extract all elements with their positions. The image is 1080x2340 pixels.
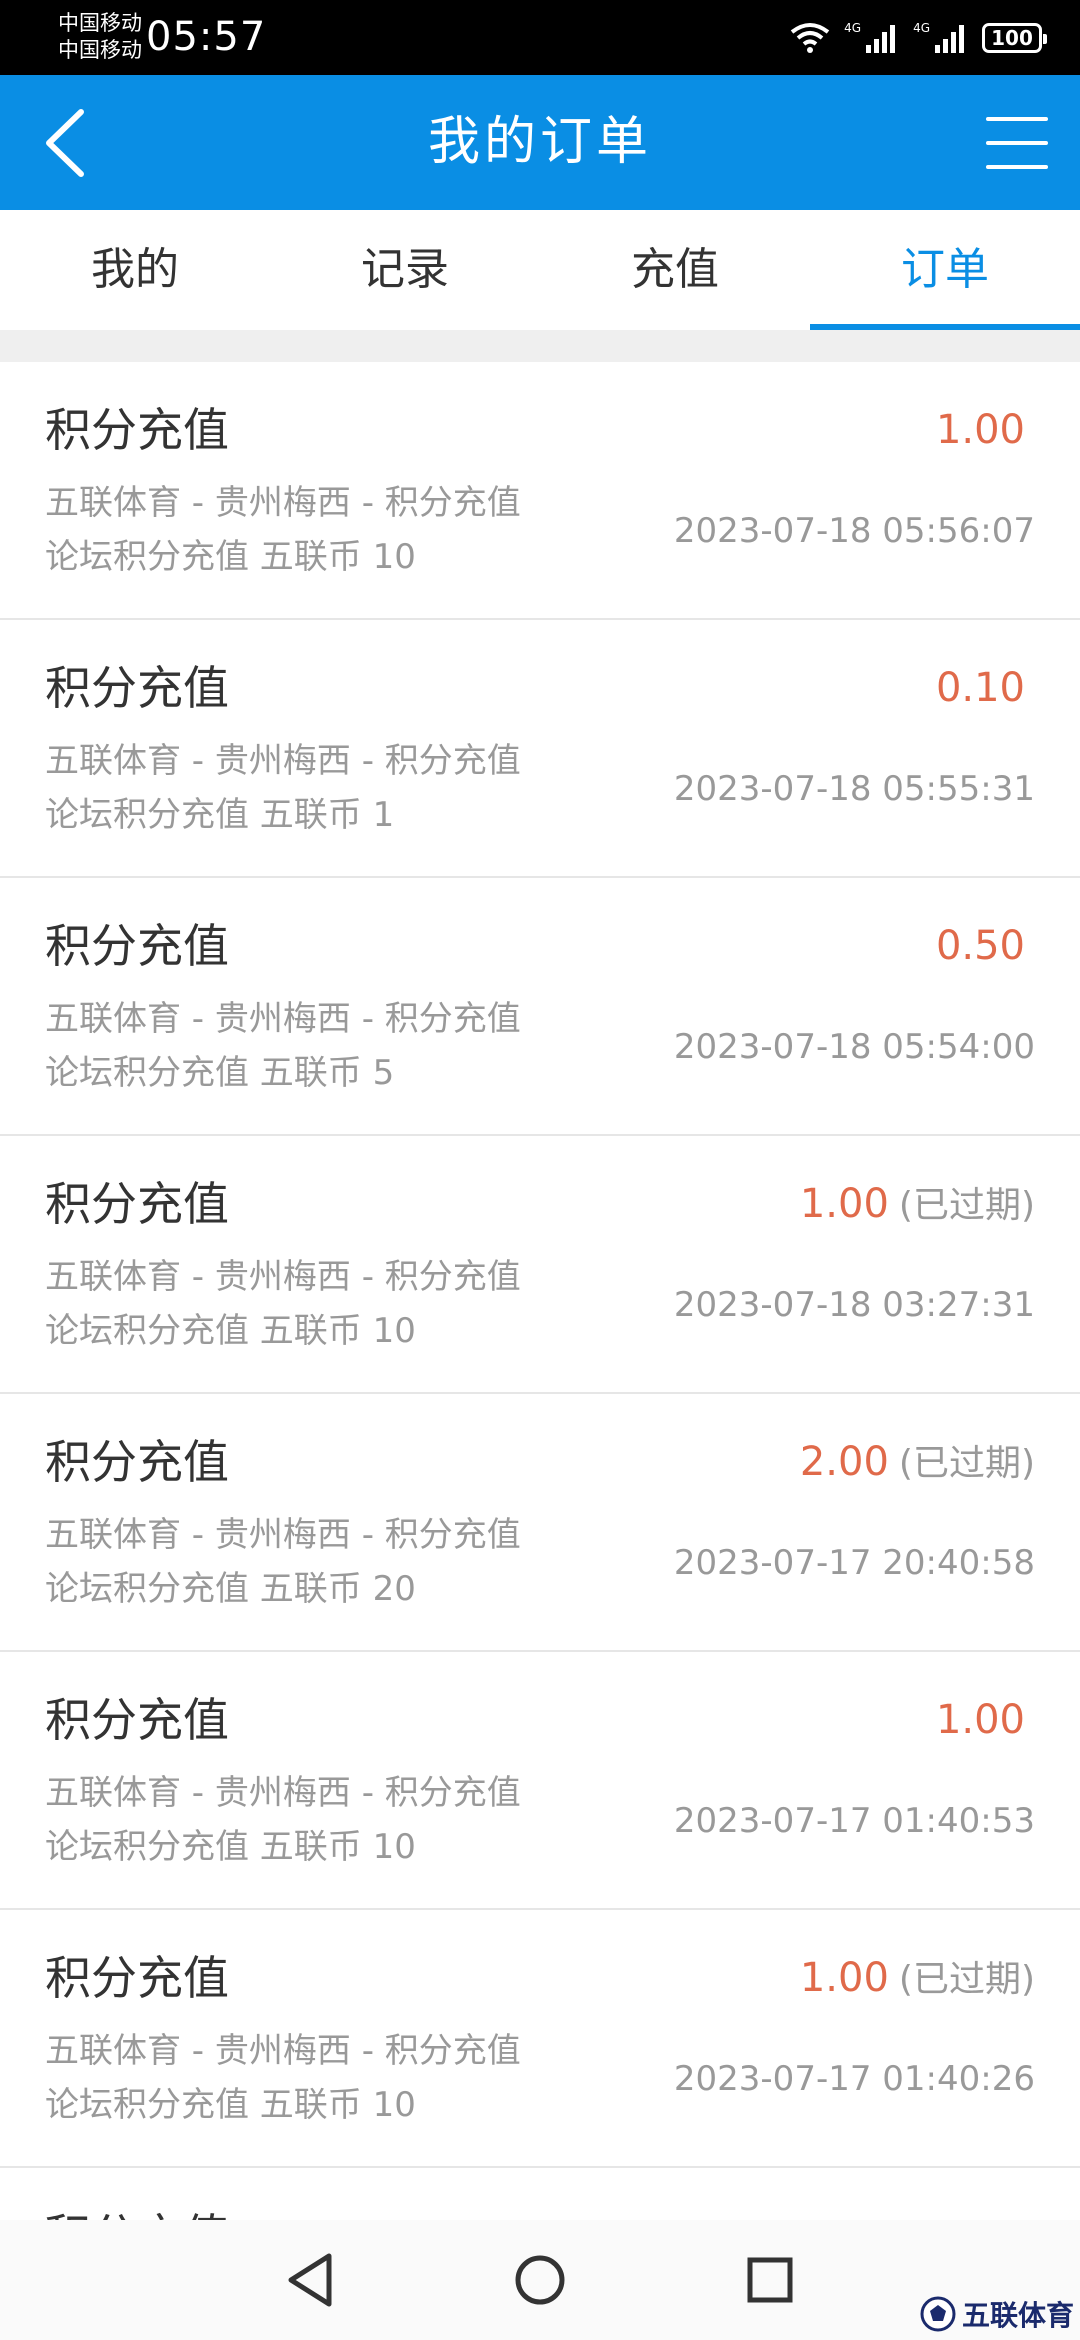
tab-orders[interactable]: 订单	[810, 210, 1080, 330]
page-title: 我的订单	[427, 112, 652, 172]
network-type-2: 4G	[913, 21, 930, 35]
soccer-ball-icon	[920, 2296, 956, 2332]
order-amount: 1.00	[799, 1955, 889, 2001]
hamburger-line	[986, 141, 1048, 145]
nav-home-button[interactable]	[510, 2250, 570, 2310]
status-time: 05:57	[146, 14, 267, 60]
order-amount-row: 1.00 (已过期)	[800, 1176, 1035, 1234]
status-icons: 4G 4G 100	[790, 18, 1047, 58]
order-amount-row: 0.10	[936, 660, 1035, 718]
back-button[interactable]	[30, 105, 100, 180]
order-time: 2023-07-18 05:56:07	[673, 511, 1035, 551]
network-type-1: 4G	[844, 21, 862, 35]
order-description: 五联体育 - 贵州梅西 - 积分充值	[45, 1257, 521, 1297]
order-title: 积分充值	[45, 919, 229, 973]
chevron-left-icon	[46, 108, 84, 177]
order-time: 2023-07-17 20:40:58	[673, 1543, 1035, 1583]
order-amount-row: 0.50	[936, 918, 1035, 976]
order-list: 积分充值 1.00 五联体育 - 贵州梅西 - 积分充值 论坛积分充值 五联币 …	[0, 362, 1080, 2220]
system-nav-bar: 五联体育	[0, 2220, 1080, 2340]
order-title: 积分充值	[45, 1693, 229, 1747]
tab-records[interactable]: 记录	[270, 210, 540, 330]
order-time: 2023-07-18 03:27:31	[673, 1285, 1035, 1325]
order-description: 五联体育 - 贵州梅西 - 积分充值	[45, 741, 521, 781]
menu-button[interactable]	[986, 113, 1050, 173]
order-amount: 1.00	[935, 1697, 1025, 1743]
order-amount-row: 1.00	[936, 1692, 1035, 1750]
order-item[interactable]: 积分充值 1.00 (已过期) 五联体育 - 贵州梅西 - 积分充值 论坛积分充值…	[0, 1910, 1080, 2168]
order-time: 2023-07-17 01:40:26	[673, 2059, 1035, 2099]
order-detail: 论坛积分充值 五联币 20	[45, 1569, 416, 1609]
order-amount-row: 2.00 (已过期)	[800, 1434, 1035, 1492]
order-amount: 1.00	[935, 407, 1025, 453]
order-item[interactable]: 积分充值 1.00 (已过期) 五联体育 - 贵州梅西 - 积分充值 论坛积分充值…	[0, 1136, 1080, 1394]
order-detail: 论坛积分充值 五联币 1	[45, 795, 395, 835]
order-amount: 1.00	[799, 1181, 889, 1227]
carrier-names: 中国移动 中国移动	[58, 10, 142, 64]
signal-icon	[866, 25, 896, 53]
order-status: (已过期)	[898, 1443, 1035, 1484]
tab-mine[interactable]: 我的	[0, 210, 270, 330]
section-divider	[0, 330, 1080, 362]
triangle-back-icon	[288, 2253, 332, 2307]
carrier-1: 中国移动	[58, 11, 142, 35]
order-title: 积分充值	[45, 661, 229, 715]
order-detail: 论坛积分充值 五联币 10	[45, 2085, 416, 2125]
signal-icon	[935, 25, 964, 53]
order-item-partial[interactable]: 积分充值	[0, 2168, 1080, 2220]
order-time: 2023-07-18 05:54:00	[673, 1027, 1035, 1067]
status-bar: 中国移动 中国移动 05:57 4G 4G 100	[0, 0, 1080, 75]
order-item[interactable]: 积分充值 1.00 五联体育 - 贵州梅西 - 积分充值 论坛积分充值 五联币 …	[0, 1652, 1080, 1910]
circle-home-icon	[515, 2255, 565, 2305]
order-description: 五联体育 - 贵州梅西 - 积分充值	[45, 1515, 521, 1555]
order-detail: 论坛积分充值 五联币 10	[45, 537, 416, 577]
order-time: 2023-07-17 01:40:53	[673, 1801, 1035, 1841]
square-recents-icon	[747, 2257, 793, 2303]
order-item[interactable]: 积分充值 2.00 (已过期) 五联体育 - 贵州梅西 - 积分充值 论坛积分充值…	[0, 1394, 1080, 1652]
order-item[interactable]: 积分充值 0.50 五联体育 - 贵州梅西 - 积分充值 论坛积分充值 五联币 …	[0, 878, 1080, 1136]
order-amount-row: 1.00 (已过期)	[800, 1950, 1035, 2008]
order-time: 2023-07-18 05:55:31	[673, 769, 1035, 809]
order-title: 积分充值	[45, 2206, 229, 2220]
order-item[interactable]: 积分充值 0.10 五联体育 - 贵州梅西 - 积分充值 论坛积分充值 五联币 …	[0, 620, 1080, 878]
order-description: 五联体育 - 贵州梅西 - 积分充值	[45, 999, 521, 1039]
order-detail: 论坛积分充值 五联币 10	[45, 1311, 416, 1351]
order-status: (已过期)	[898, 1959, 1035, 2000]
watermark-text: 五联体育	[961, 2299, 1074, 2332]
wifi-icon	[790, 23, 830, 53]
order-description: 五联体育 - 贵州梅西 - 积分充值	[45, 1773, 521, 1813]
tab-recharge[interactable]: 充值	[540, 210, 810, 330]
order-title: 积分充值	[45, 403, 229, 457]
order-amount-row: 1.00	[936, 402, 1035, 460]
watermark: 五联体育	[920, 2294, 1074, 2334]
order-title: 积分充值	[45, 1435, 229, 1489]
app-header: 我的订单	[0, 75, 1080, 210]
order-amount: 0.10	[935, 665, 1025, 711]
order-detail: 论坛积分充值 五联币 5	[45, 1053, 395, 1093]
order-title: 积分充值	[45, 1951, 229, 2005]
order-status: (已过期)	[898, 1185, 1035, 1226]
carrier-2: 中国移动	[58, 38, 142, 62]
order-description: 五联体育 - 贵州梅西 - 积分充值	[45, 483, 521, 523]
battery-icon: 100	[982, 23, 1047, 53]
hamburger-menu-icon	[986, 117, 1048, 121]
order-title: 积分充值	[45, 1177, 229, 1231]
order-detail: 论坛积分充值 五联币 10	[45, 1827, 416, 1867]
order-description: 五联体育 - 贵州梅西 - 积分充值	[45, 2031, 521, 2071]
nav-recents-button[interactable]	[740, 2250, 800, 2310]
hamburger-line	[986, 165, 1048, 169]
nav-back-button[interactable]	[280, 2250, 340, 2310]
tab-bar: 我的 记录 充值 订单	[0, 210, 1080, 330]
order-item[interactable]: 积分充值 1.00 五联体育 - 贵州梅西 - 积分充值 论坛积分充值 五联币 …	[0, 362, 1080, 620]
order-amount: 2.00	[799, 1439, 889, 1485]
order-amount: 0.50	[935, 923, 1025, 969]
